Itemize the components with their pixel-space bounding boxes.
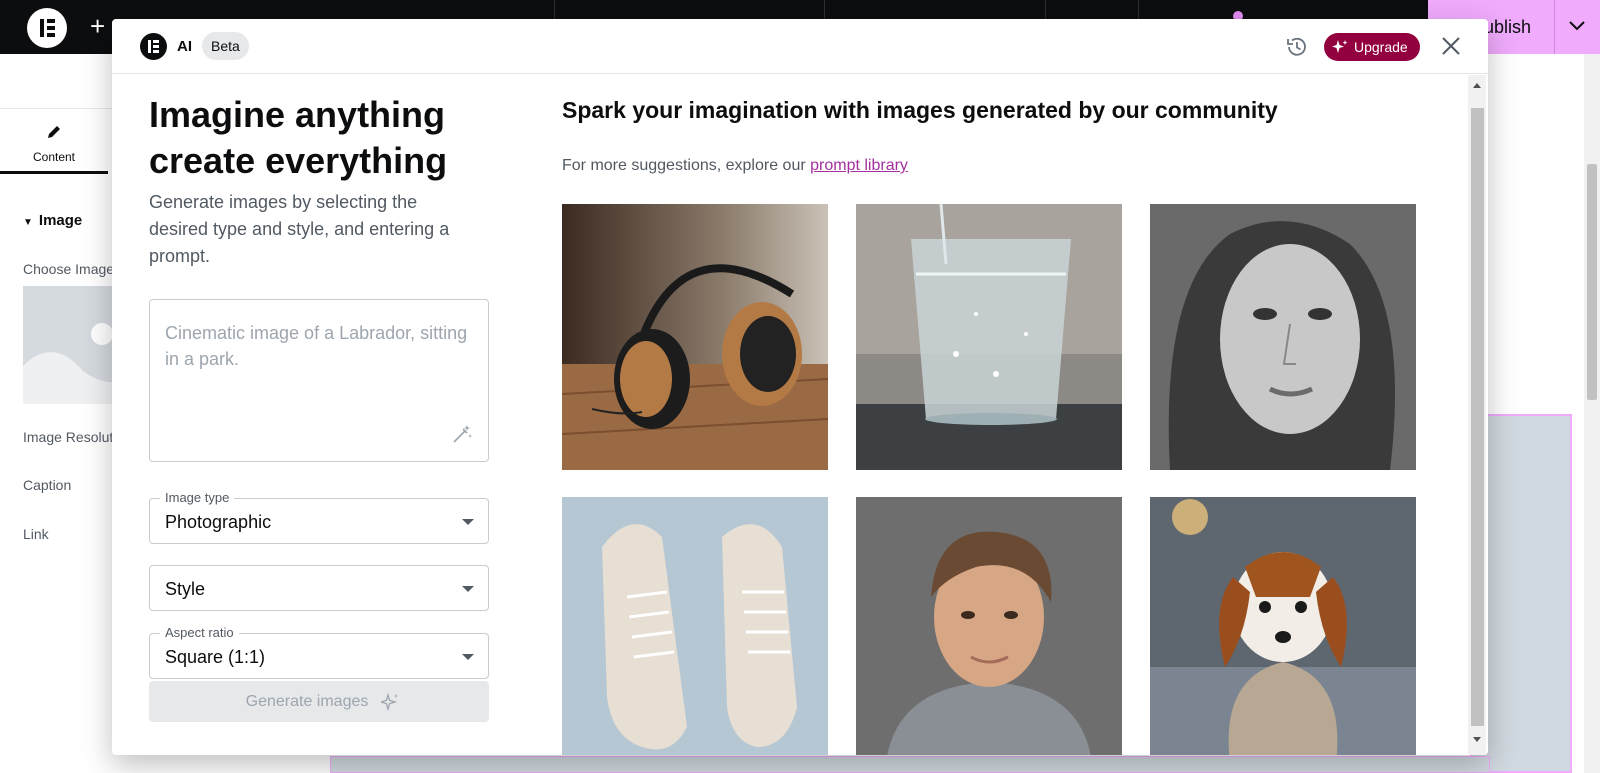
prompt-panel: Imagine anything create everything Gener…	[112, 75, 542, 755]
gallery-image-headphones[interactable]	[562, 204, 828, 470]
page-subtitle: Generate images by selecting the desired…	[149, 192, 450, 266]
gallery-subtitle-text: For more suggestions, explore our	[562, 157, 811, 174]
scroll-up-icon[interactable]	[1473, 83, 1481, 88]
upgrade-button[interactable]: Upgrade	[1324, 33, 1420, 61]
aspect-ratio-value: Square (1:1)	[165, 647, 266, 667]
image-placeholder[interactable]	[23, 286, 123, 404]
elementor-logo-icon	[140, 33, 167, 60]
sparkle-icon	[381, 693, 398, 711]
aspect-ratio-label: Aspect ratio	[160, 625, 239, 640]
generate-images-button[interactable]: Generate images	[149, 681, 489, 722]
modal-header: AI Beta Upgrade	[112, 19, 1488, 74]
tab-content-label: Content	[32, 150, 76, 164]
gallery-image-sneakers[interactable]	[562, 497, 828, 755]
dropdown-caret-icon	[462, 519, 474, 525]
page-title: Imagine anything create everything	[149, 94, 448, 181]
beta-badge: Beta	[202, 32, 249, 60]
caption-label: Caption	[23, 477, 72, 493]
gallery-subtitle: For more suggestions, explore our prompt…	[562, 157, 908, 175]
history-icon[interactable]	[1284, 34, 1310, 60]
publish-options-button[interactable]	[1554, 0, 1600, 54]
page-scrollbar[interactable]	[1584, 54, 1600, 773]
prompt-input[interactable]	[150, 300, 488, 461]
scroll-down-icon[interactable]	[1473, 737, 1481, 742]
section-title-label: Image	[38, 212, 83, 229]
gallery-image-teen-boy-portrait[interactable]	[856, 497, 1122, 755]
style-select[interactable]: Style	[149, 565, 489, 611]
magic-wand-icon[interactable]	[451, 423, 473, 445]
community-gallery: Spark your imagination with images gener…	[562, 75, 1482, 755]
add-element-icon[interactable]: +	[90, 12, 105, 40]
tab-content[interactable]: Content	[0, 114, 108, 174]
section-title-image[interactable]: ▼ Image	[23, 212, 82, 229]
link-label: Link	[23, 526, 49, 542]
dropdown-caret-icon	[462, 586, 474, 592]
aspect-ratio-select[interactable]: Aspect ratio Square (1:1)	[149, 625, 489, 679]
generate-images-label: Generate images	[245, 693, 369, 710]
caret-down-icon: ▼	[23, 217, 33, 228]
ai-label: AI	[177, 38, 192, 55]
modal-scrollbar[interactable]	[1454, 75, 1488, 755]
image-type-select[interactable]: Image type Photographic	[149, 490, 489, 544]
chevron-down-icon	[1569, 21, 1585, 31]
canvas-image-block-bottom	[330, 756, 1490, 773]
gallery-image-dog-in-sweater[interactable]	[1150, 497, 1416, 755]
prompt-library-link[interactable]: prompt library	[810, 157, 908, 174]
gallery-title: Spark your imagination with images gener…	[562, 97, 1278, 123]
gallery-image-glass-of-water[interactable]	[856, 204, 1122, 470]
image-type-label: Image type	[160, 490, 235, 505]
upgrade-label: Upgrade	[1354, 39, 1408, 55]
prompt-field	[149, 299, 489, 462]
close-icon[interactable]	[1441, 36, 1461, 56]
sparkle-icon	[1332, 40, 1348, 53]
pencil-icon	[48, 126, 60, 138]
choose-image-label: Choose Image	[23, 261, 115, 277]
dropdown-caret-icon	[462, 654, 474, 660]
ai-image-modal: AI Beta Upgrade Imagine anything create …	[112, 19, 1488, 755]
image-type-value: Photographic	[165, 512, 272, 532]
gallery-image-woman-portrait[interactable]	[1150, 204, 1416, 470]
elementor-logo-icon[interactable]	[27, 8, 67, 48]
style-value: Style	[165, 579, 206, 599]
